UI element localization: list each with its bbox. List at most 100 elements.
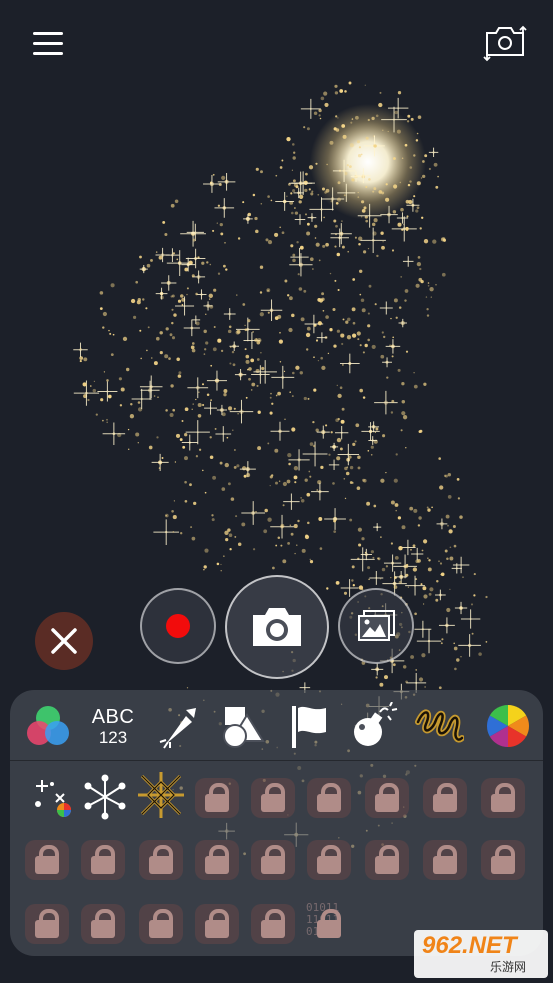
locked-effect[interactable] (22, 898, 72, 948)
take-photo-button[interactable] (225, 575, 329, 679)
scribble-tool[interactable] (410, 698, 466, 754)
record-video-button[interactable] (140, 588, 216, 664)
sparkle-dot (309, 257, 314, 262)
sparkle-dot (150, 258, 153, 262)
locked-effect[interactable] (192, 834, 242, 884)
sparkle-dot (306, 348, 309, 351)
sparkle-dot (173, 313, 177, 317)
sparkle-color-icon (35, 780, 71, 817)
close-button[interactable] (35, 612, 93, 670)
sparkle-dot (225, 537, 229, 542)
locked-effect[interactable] (22, 834, 72, 884)
sparkle-dot (405, 573, 409, 577)
sparkle-dot (376, 254, 379, 258)
sparkle-dot (142, 298, 145, 301)
sparkle-dot (231, 350, 235, 354)
sparkle-dot (288, 327, 293, 333)
sparkle-star (316, 425, 330, 439)
sparkle-dot (202, 403, 205, 407)
locked-effect[interactable] (248, 772, 298, 822)
sparkle-dot (350, 121, 353, 124)
sparkle-dot (320, 356, 324, 360)
sparkle-dot (405, 447, 407, 449)
locked-effect[interactable] (192, 772, 242, 822)
flag-tool[interactable] (280, 698, 336, 754)
locked-effect[interactable] (420, 772, 470, 822)
sparkle-dot (218, 182, 222, 187)
sparkle-dot (229, 548, 232, 551)
locked-effect[interactable] (248, 834, 298, 884)
locked-effect[interactable] (362, 834, 412, 884)
sparkle-dot (255, 229, 259, 234)
sparkle-dot (397, 516, 402, 520)
sparkle-dot (373, 144, 377, 148)
firework-tool[interactable] (150, 698, 206, 754)
sparkle-dot (223, 555, 225, 557)
sparkle-dot (349, 465, 354, 470)
sparkle-dot (320, 465, 324, 470)
sparkle-dot (221, 487, 226, 491)
sparkle-dot (269, 396, 272, 399)
sparkle-dot (337, 181, 341, 185)
locked-effect[interactable] (78, 898, 128, 948)
locked-effect[interactable] (248, 898, 298, 948)
sparkle-dot (357, 191, 359, 194)
sparkle-star (214, 198, 235, 218)
effect-sparkle-color[interactable] (28, 772, 78, 822)
locked-effect[interactable] (136, 898, 186, 948)
sparkle-dot (255, 511, 257, 513)
gallery-button[interactable] (338, 588, 414, 664)
color-wheel-tool[interactable] (480, 698, 536, 754)
sparkle-star (383, 554, 402, 572)
locked-effect[interactable] (136, 834, 186, 884)
sparkle-dot (223, 264, 226, 268)
locked-effect[interactable] (362, 772, 412, 822)
locked-effect[interactable] (420, 834, 470, 884)
locked-effect[interactable] (478, 834, 528, 884)
sparkle-dot (429, 287, 434, 292)
sparkle-dot (402, 665, 407, 669)
locked-effect[interactable]: 01011 11011 01100 (304, 898, 354, 948)
sparkle-star (374, 390, 398, 415)
sparkle-dot (280, 523, 285, 528)
sparkle-dot (424, 154, 428, 158)
text-tool-numbers: 123 (98, 727, 128, 747)
sparkle-dot (415, 209, 419, 213)
sparkle-dot (415, 283, 420, 288)
bomb-tool[interactable] (345, 698, 401, 754)
switch-camera-button[interactable] (482, 24, 528, 62)
sparkle-dot (304, 188, 308, 193)
sparkle-dot (401, 525, 406, 530)
sparkle-dot (413, 372, 415, 374)
shapes-tool[interactable] (215, 698, 271, 754)
sparkle-dot (309, 442, 314, 446)
burst-icon (84, 774, 126, 820)
sparkle-dot (448, 529, 453, 534)
sparkle-star (289, 253, 313, 277)
text-tool[interactable]: ABC 123 (85, 698, 141, 754)
color-mix-tool[interactable] (20, 698, 76, 754)
sparkle-dot (95, 413, 98, 416)
effect-star-web[interactable] (136, 770, 186, 820)
sparkle-dot (361, 209, 366, 213)
locked-effect[interactable] (78, 834, 128, 884)
sparkle-star (241, 501, 266, 525)
locked-effect[interactable] (192, 898, 242, 948)
sparkle-dot (395, 453, 398, 456)
locked-effect[interactable] (304, 772, 354, 822)
sparkle-dot (380, 231, 384, 235)
locked-effect[interactable] (478, 772, 528, 822)
menu-button[interactable] (30, 28, 66, 60)
sparkle-dot (316, 489, 318, 491)
lock-icon (317, 856, 341, 874)
effect-burst[interactable] (80, 772, 130, 822)
sparkle-dot (367, 312, 370, 315)
sparkle-dot (248, 367, 252, 371)
sparkle-dot (300, 317, 305, 322)
sparkle-star (330, 223, 352, 245)
sparkle-dot (373, 218, 378, 223)
sparkle-dot (357, 455, 361, 459)
sparkle-dot (296, 544, 298, 546)
sparkle-dot (380, 536, 382, 538)
locked-effect[interactable] (304, 834, 354, 884)
